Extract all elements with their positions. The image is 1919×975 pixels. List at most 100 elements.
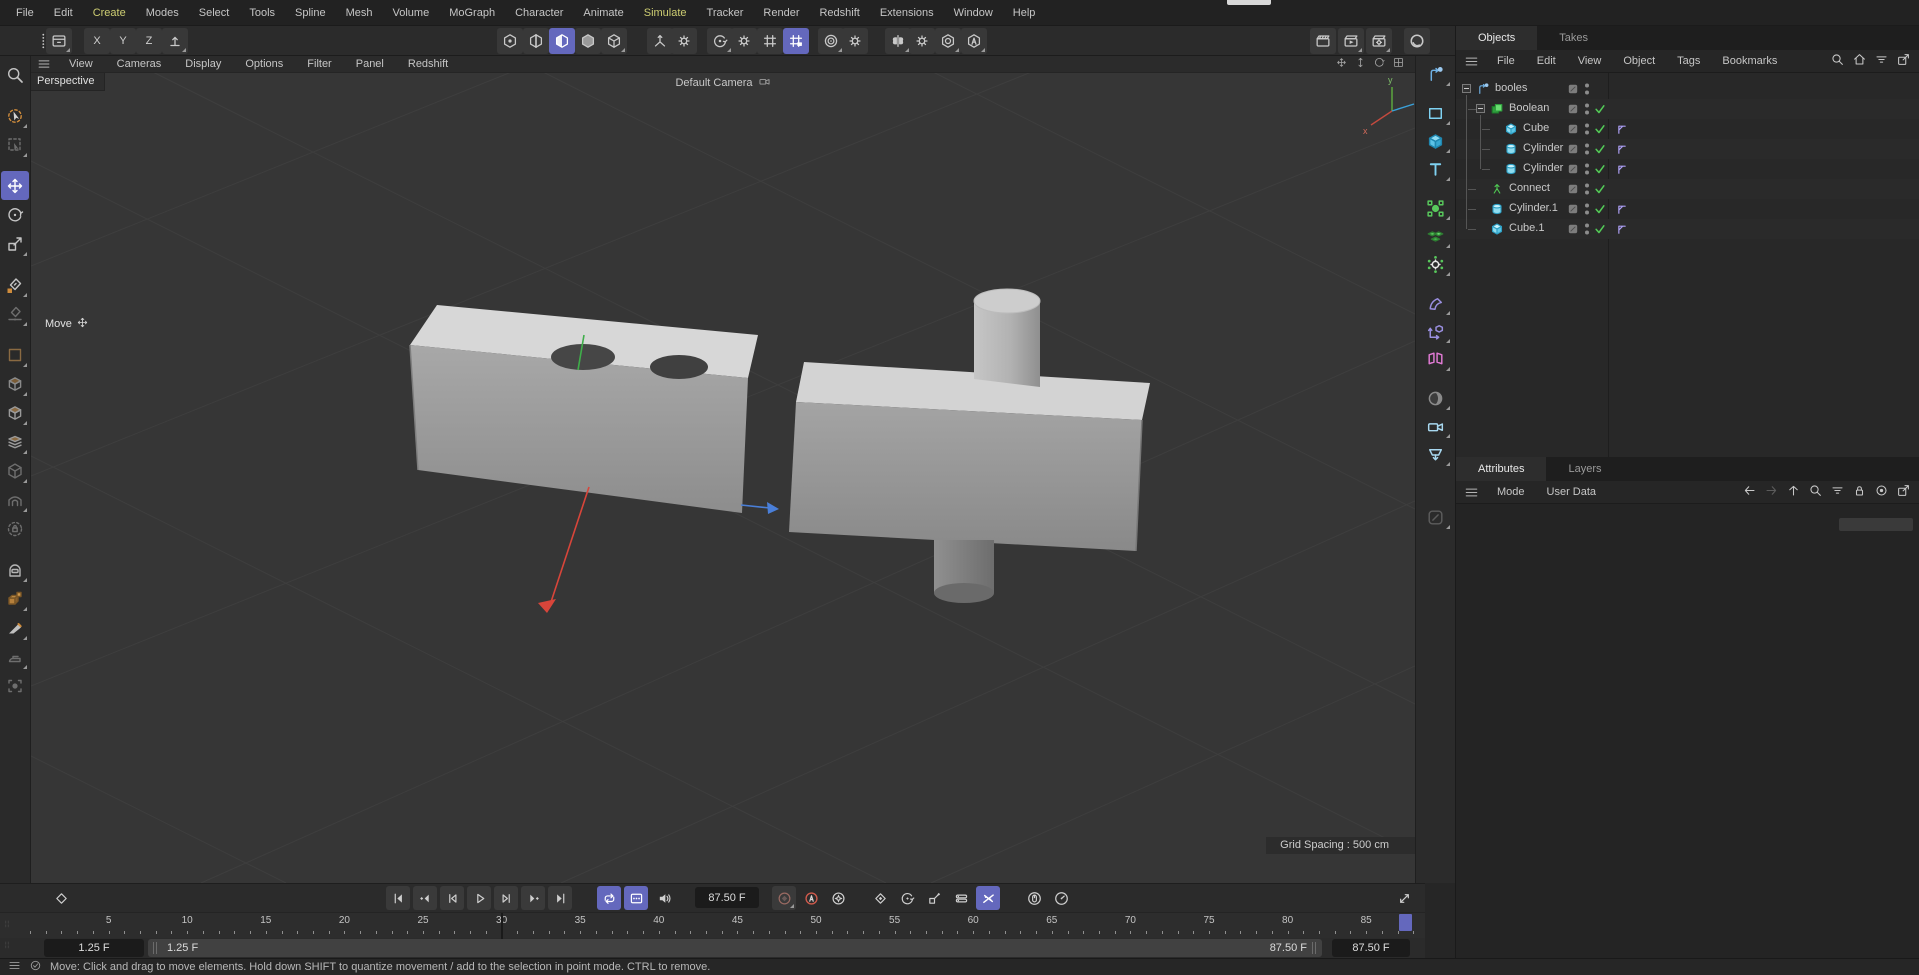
menu-mesh[interactable]: Mesh <box>336 0 383 26</box>
layout-save-icon[interactable] <box>46 28 72 54</box>
popout-icon[interactable] <box>1896 52 1911 70</box>
capsule-hexagon-icon[interactable] <box>935 28 961 54</box>
tree-item-label[interactable]: Cylinder <box>1523 162 1563 174</box>
axis-y-button[interactable]: Y <box>110 28 136 54</box>
quantize-grid-lock-icon[interactable] <box>783 28 809 54</box>
move-tool-icon[interactable] <box>1 171 29 200</box>
layer-swatch-icon[interactable] <box>1567 183 1579 195</box>
viewport-menu-panel[interactable]: Panel <box>344 56 396 73</box>
dopesheet-button[interactable] <box>624 886 648 910</box>
ruler-grip[interactable] <box>3 919 11 935</box>
menu-file[interactable]: File <box>6 0 44 26</box>
redshift-ring-icon[interactable] <box>1404 28 1430 54</box>
tree-row[interactable]: Cylinder <box>1456 139 1919 159</box>
filter-icon[interactable] <box>1874 52 1889 70</box>
boolean-cube-left[interactable] <box>410 305 758 513</box>
expand-timeline-button[interactable] <box>1392 886 1416 910</box>
phong-tag-icon[interactable] <box>1615 202 1629 216</box>
tree-item-label[interactable]: Boolean <box>1509 102 1549 114</box>
enabled-check-icon[interactable] <box>1593 222 1607 236</box>
layer-swatch-icon[interactable] <box>1567 123 1579 135</box>
prev-key-button[interactable] <box>413 886 437 910</box>
menu-character[interactable]: Character <box>505 0 573 26</box>
subdivision-surface-icon[interactable] <box>1420 194 1452 222</box>
key-rotation-button[interactable] <box>895 886 919 910</box>
key-parameter-button[interactable] <box>949 886 973 910</box>
objects-menu-object[interactable]: Object <box>1612 55 1666 67</box>
enabled-check-icon[interactable] <box>1593 182 1607 196</box>
view-toggle-icon[interactable] <box>1392 56 1405 72</box>
gear-icon[interactable] <box>731 28 757 54</box>
tree-row[interactable]: Cylinder.1 <box>1456 199 1919 219</box>
menu-render[interactable]: Render <box>753 0 809 26</box>
range-slider[interactable]: 1.25 F87.50 F <box>148 939 1322 957</box>
keying-settings-button[interactable] <box>826 886 850 910</box>
visibility-dots-icon[interactable] <box>1584 181 1590 197</box>
visibility-dots-icon[interactable] <box>1584 221 1590 237</box>
layer-swatch-icon[interactable] <box>1567 163 1579 175</box>
iron-icon[interactable] <box>1 642 29 671</box>
visibility-dots-icon[interactable] <box>1584 201 1590 217</box>
playhead[interactable] <box>1399 914 1412 931</box>
render-settings-icon[interactable] <box>1366 28 1392 54</box>
live-selection-icon[interactable] <box>1 101 29 130</box>
text-icon[interactable] <box>1420 155 1452 183</box>
viewport-menu-options[interactable]: Options <box>233 56 295 73</box>
lock-points-icon[interactable] <box>1 514 29 543</box>
visibility-dots-icon[interactable] <box>1584 161 1590 177</box>
workplane-icon[interactable] <box>707 28 733 54</box>
range-start-field[interactable]: 1.25 F <box>44 939 144 957</box>
quantize-grid-icon[interactable] <box>757 28 783 54</box>
viewport-menu-cameras[interactable]: Cameras <box>105 56 174 73</box>
tab-layers[interactable]: Layers <box>1546 457 1623 481</box>
keyframe-diamond-icon[interactable] <box>49 886 73 910</box>
floor-object-icon[interactable] <box>1420 440 1452 468</box>
tab-takes[interactable]: Takes <box>1537 26 1610 50</box>
record-circle-icon[interactable] <box>1874 483 1889 501</box>
hamburger-icon[interactable] <box>1456 54 1486 69</box>
objects-menu-edit[interactable]: Edit <box>1526 55 1567 67</box>
objects-menu-bookmarks[interactable]: Bookmarks <box>1711 55 1788 67</box>
viewport-scene[interactable]: y x z <box>31 56 1415 883</box>
tree-expander[interactable] <box>1462 84 1471 93</box>
weld-helmet-icon[interactable] <box>1 555 29 584</box>
record-mouse-button[interactable] <box>1022 886 1046 910</box>
menu-window[interactable]: Window <box>944 0 1003 26</box>
focus-icon[interactable] <box>1 671 29 700</box>
viewport-menu-redshift[interactable]: Redshift <box>396 56 460 73</box>
menu-modes[interactable]: Modes <box>136 0 189 26</box>
mirror-icon[interactable] <box>885 28 911 54</box>
phong-tag-icon[interactable] <box>1615 222 1629 236</box>
prev-frame-button[interactable] <box>440 886 464 910</box>
objects-menu-tags[interactable]: Tags <box>1666 55 1711 67</box>
tree-row[interactable]: booles <box>1456 79 1919 99</box>
filter-icon[interactable] <box>1830 483 1845 501</box>
sketch-tool-icon[interactable] <box>1 299 29 328</box>
sound-button[interactable] <box>652 886 676 910</box>
search-icon[interactable] <box>1808 483 1823 501</box>
current-frame-field[interactable]: 87.50 F <box>695 887 759 908</box>
tree-item-label[interactable]: booles <box>1495 82 1527 94</box>
tree-row[interactable]: Boolean <box>1456 99 1919 119</box>
menu-tools[interactable]: Tools <box>239 0 285 26</box>
menu-simulate[interactable]: Simulate <box>634 0 697 26</box>
hamburger-icon[interactable] <box>1456 485 1486 500</box>
layer-swatch-icon[interactable] <box>1567 203 1579 215</box>
key-scale-button[interactable] <box>922 886 946 910</box>
phong-tag-icon[interactable] <box>1615 122 1629 136</box>
menu-extensions[interactable]: Extensions <box>870 0 944 26</box>
gear-icon[interactable] <box>842 28 868 54</box>
attributes-filter-field[interactable] <box>1839 518 1913 531</box>
menu-animate[interactable]: Animate <box>573 0 633 26</box>
viewport-menu-filter[interactable]: Filter <box>295 56 343 73</box>
tree-item-label[interactable]: Cylinder.1 <box>1509 202 1558 214</box>
hamburger-icon[interactable] <box>8 959 21 975</box>
tab-objects[interactable]: Objects <box>1456 26 1537 50</box>
menu-tracker[interactable]: Tracker <box>697 0 754 26</box>
target-icon[interactable] <box>818 28 844 54</box>
range-end-field[interactable]: 87.50 F <box>1332 939 1410 957</box>
search-tool-icon[interactable] <box>1 60 29 89</box>
arrow-right-icon[interactable] <box>1764 483 1779 501</box>
layer-swatch-icon[interactable] <box>1567 143 1579 155</box>
deformer-icon[interactable] <box>1420 289 1452 317</box>
